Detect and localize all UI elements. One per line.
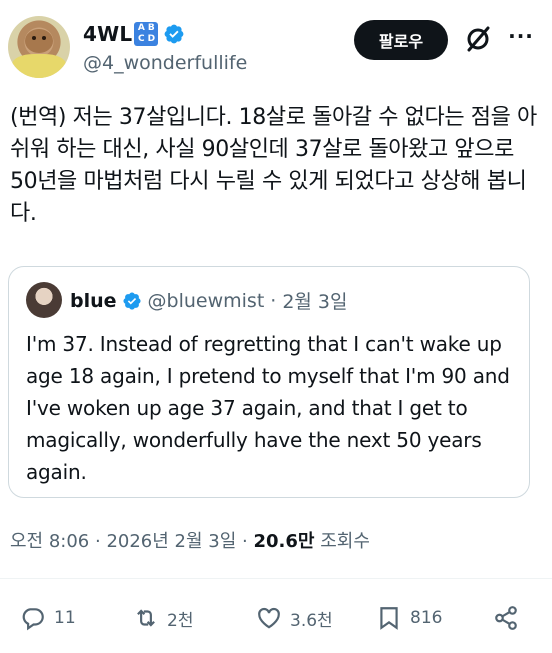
quoted-author-name: blue (70, 289, 117, 312)
bookmark-button[interactable]: 816 (376, 598, 442, 638)
tweet-actions: 11 2천 3.6천 816 (0, 598, 552, 638)
quoted-author-avatar (26, 282, 62, 318)
like-button[interactable]: 3.6천 (256, 598, 333, 638)
author-display-name[interactable]: 4WL (83, 22, 132, 46)
meta-separator-dot: · (95, 531, 107, 552)
views-count: 20.6만 (253, 531, 315, 552)
grok-icon[interactable] (463, 24, 493, 54)
reply-button[interactable]: 11 (20, 598, 76, 638)
meta-separator-dot: · (242, 531, 254, 552)
tweet-header: 4WL A B C D @4_wonderfullife 팔로우 ··· (8, 16, 544, 82)
quoted-date: 2월 3일 (282, 291, 348, 313)
abcd-badge-icon: A B C D (134, 22, 159, 46)
bookmark-icon (380, 607, 398, 630)
retweet-icon (137, 609, 155, 627)
views-label: 조회수 (320, 531, 370, 552)
bookmark-count: 816 (410, 608, 443, 628)
more-options-icon[interactable]: ··· (506, 26, 536, 52)
heart-icon (258, 607, 280, 629)
badge-letter: B (147, 23, 155, 33)
retweet-count: 2천 (167, 610, 194, 631)
reply-icon (22, 608, 44, 631)
follow-button[interactable]: 팔로우 (354, 20, 448, 60)
quoted-author-handle: @bluewmist (147, 289, 265, 312)
share-icon (495, 606, 517, 630)
like-count: 3.6천 (290, 610, 333, 631)
quoted-tweet[interactable]: blue @bluewmist · 2월 3일 I'm 37. Instead … (8, 266, 530, 498)
badge-letter: C (138, 34, 145, 44)
share-button[interactable] (493, 598, 527, 638)
divider (0, 578, 552, 579)
verified-badge-icon (122, 291, 141, 310)
author-handle[interactable]: @4_wonderfullife (83, 52, 247, 74)
avatar-dog-face (25, 29, 53, 53)
verified-badge-icon[interactable] (163, 23, 185, 45)
tweet-text: (번역) 저는 37살입니다. 18살로 돌아갈 수 없다는 점을 아쉬워 하는… (10, 105, 537, 226)
quoted-separator-dot: · (270, 289, 277, 312)
retweet-button[interactable]: 2천 (133, 598, 193, 638)
tweet-date[interactable]: 2026년 2월 3일 (106, 531, 236, 552)
reply-count: 11 (54, 608, 76, 628)
avatar-dog-eye (32, 36, 36, 40)
author-name-row: 4WL A B C D (83, 22, 185, 46)
avatar-dog-eye (42, 36, 46, 40)
quoted-tweet-header: blue @bluewmist · 2월 3일 (70, 287, 348, 314)
badge-letter: D (147, 34, 156, 44)
badge-letter: A (137, 23, 145, 33)
tweet-time[interactable]: 오전 8:06 (10, 531, 89, 552)
avatar-blanket (12, 54, 66, 78)
quoted-tweet-text: I'm 37. Instead of regretting that I can… (26, 332, 510, 484)
tweet-meta: 오전 8:06 · 2026년 2월 3일 · 20.6만 조회수 (10, 527, 370, 553)
author-avatar[interactable] (8, 16, 70, 78)
